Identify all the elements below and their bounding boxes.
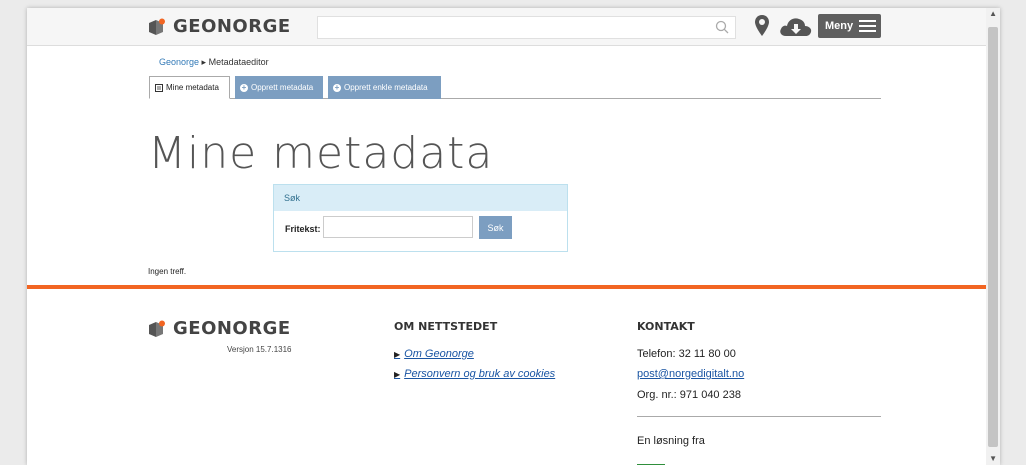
geonorge-logo[interactable]: GEONORGE: [147, 16, 291, 37]
tab-opprett-enkle-metadata[interactable]: + Opprett enkle metadata: [328, 76, 441, 99]
plus-circle-icon: +: [333, 82, 341, 92]
hamburger-icon: [859, 20, 877, 32]
list-icon: [155, 83, 163, 92]
scroll-thumb[interactable]: [988, 27, 998, 447]
footer: GEONORGE Versjon 15.7.1316 OM NETTSTEDET…: [27, 289, 1000, 465]
scrollbar[interactable]: ▲ ▼: [986, 8, 1000, 465]
no-results-text: Ingen treff.: [148, 267, 187, 276]
tab-label: Opprett metadata: [251, 83, 314, 92]
search-panel-heading: Søk: [274, 185, 567, 211]
link-personvern[interactable]: ▶ Personvern og bruk av cookies: [394, 368, 555, 380]
link-label: Personvern og bruk av cookies: [404, 368, 556, 380]
scroll-up-icon[interactable]: ▲: [989, 9, 997, 18]
tab-label: Opprett enkle metadata: [344, 83, 428, 92]
contact-email-link[interactable]: post@norgedigitalt.no: [637, 368, 744, 380]
scroll-down-icon[interactable]: ▼: [989, 454, 997, 463]
search-panel: Søk Fritekst: Søk: [273, 184, 568, 252]
sok-button[interactable]: Søk: [479, 216, 512, 239]
search-input[interactable]: [317, 16, 736, 39]
contact-title: KONTAKT: [637, 320, 695, 333]
footer-logo-text: GEONORGE: [173, 318, 291, 339]
breadcrumb-home-link[interactable]: Geonorge: [159, 57, 199, 67]
menu-button[interactable]: Meny: [818, 14, 881, 38]
breadcrumb: Geonorge ▸ Metadataeditor: [159, 57, 269, 68]
cloud-download-icon[interactable]: [778, 14, 814, 38]
map-pin-icon[interactable]: [754, 14, 770, 38]
logo-icon: [149, 320, 165, 337]
link-om-geonorge[interactable]: ▶ Om Geonorge: [394, 348, 474, 360]
browser-window: GEONORGE Meny Geonorge ▸ Metadataeditor: [27, 8, 1000, 465]
menu-label: Meny: [825, 20, 854, 32]
search-panel-body: Fritekst: Søk: [274, 211, 567, 251]
about-title: OM NETTSTEDET: [394, 320, 498, 333]
contact-phone: Telefon: 32 11 80 00: [637, 348, 736, 360]
search-icon[interactable]: [715, 20, 729, 34]
link-label: Om Geonorge: [404, 348, 474, 360]
contact-divider: [637, 416, 881, 417]
contact-org-number: Org. nr.: 971 040 238: [637, 389, 741, 401]
plus-circle-icon: +: [240, 82, 248, 92]
arrow-right-icon: ▶: [394, 369, 401, 379]
breadcrumb-separator: ▸: [201, 57, 207, 67]
logo-text: GEONORGE: [173, 16, 291, 37]
tab-bar: Mine metadata + Opprett metadata + Oppre…: [149, 76, 881, 99]
page-title: Mine metadata: [148, 128, 494, 179]
logo-icon: [149, 18, 165, 35]
breadcrumb-current: Metadataeditor: [208, 57, 269, 67]
footer-logo[interactable]: GEONORGE: [147, 318, 291, 339]
fritekst-label: Fritekst:: [285, 224, 321, 234]
fritekst-input[interactable]: [323, 216, 473, 238]
tab-label: Mine metadata: [166, 83, 219, 92]
tab-mine-metadata[interactable]: Mine metadata: [149, 76, 230, 99]
tab-opprett-metadata[interactable]: + Opprett metadata: [235, 76, 323, 99]
top-bar: GEONORGE Meny: [27, 8, 1000, 46]
solution-from-text: En løsning fra: [637, 435, 705, 447]
arrow-right-icon: ▶: [394, 349, 401, 359]
version-text: Versjon 15.7.1316: [227, 345, 292, 354]
